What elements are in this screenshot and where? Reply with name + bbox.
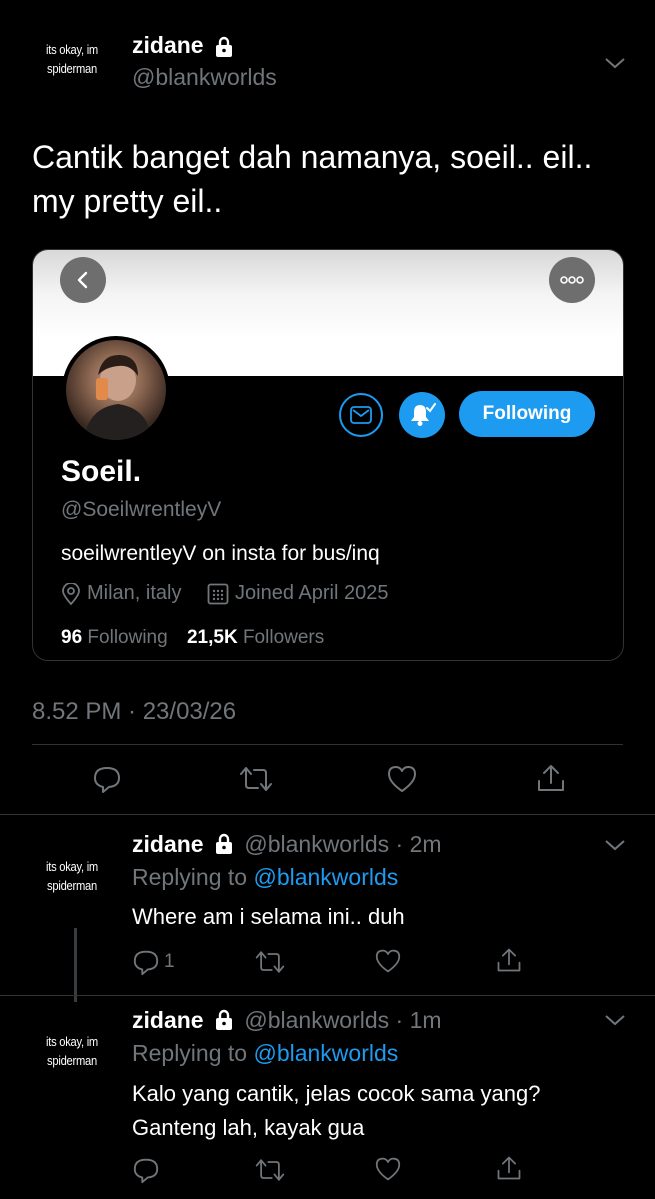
reply-text: Kalo yang cantik, jelas cocok sama yang?… [132,1077,540,1145]
retweet-icon [255,951,285,973]
profile-photo [84,354,152,440]
chevron-down-icon[interactable] [604,56,626,70]
reply-time[interactable]: · 2m [396,831,442,857]
heart-icon [375,1157,401,1181]
following-label: Following [87,627,168,648]
lock-icon [216,36,233,57]
author-handle[interactable]: @blankworlds [244,1007,389,1033]
followers-count-link[interactable]: 21,5K Followers [187,627,324,648]
like-button[interactable] [374,1156,402,1182]
location-pin-icon [62,582,80,605]
bell-check-icon [411,403,436,426]
retweet-icon [255,1159,285,1181]
share-button[interactable] [535,762,567,794]
author-handle[interactable]: @blankworlds [244,831,389,857]
tweet-author[interactable]: zidane [132,32,236,59]
reply-text-line: Kalo yang cantik, jelas cocok sama yang? [132,1081,541,1106]
reply-button[interactable]: 1 [132,948,175,976]
reply-text: Where am i selama ini.. duh [132,900,405,934]
reply-text-line: Where am i selama ini.. duh [132,904,405,929]
avatar[interactable]: its okay, im spiderman [38,40,107,78]
profile-counts: 96 Following 21,5K Followers [61,627,324,649]
divider [32,744,623,745]
following-count: 96 [61,627,83,648]
profile-handle: @SoeilwrentleyV [61,498,222,521]
author-name: zidane [132,32,204,58]
chevron-left-icon [77,271,88,289]
profile-location: Milan, italy [61,582,181,605]
retweet-button[interactable] [238,764,274,794]
share-button[interactable] [495,1154,523,1182]
replying-prefix: Replying to [132,1040,248,1066]
tweet-text-line: Cantik banget dah namanya, soeil.. eil.. [32,139,593,175]
reply-header: zidane @blankworlds · 2m [132,831,442,858]
tweet-text-line: my pretty eil.. [32,183,223,219]
replying-to-link[interactable]: @blankworlds [253,864,398,890]
more-icon [560,276,584,284]
share-icon [497,1156,521,1180]
avatar[interactable]: its okay, im spiderman [38,1032,107,1070]
reply-button[interactable] [92,764,122,794]
author-name[interactable]: zidane [132,831,204,857]
replying-to: Replying to @blankworlds [132,864,398,891]
profile-joined: Joined April 2025 [207,582,388,605]
reply-icon [94,767,120,793]
reply-time[interactable]: · 1m [396,1007,442,1033]
reply-button[interactable] [132,1156,160,1184]
avatar[interactable]: its okay, im spiderman [38,857,107,895]
share-icon [538,765,564,791]
divider [0,995,655,996]
more-button[interactable] [549,257,595,303]
chevron-down-icon[interactable] [604,1013,626,1027]
reply-header: zidane @blankworlds · 1m [132,1007,442,1034]
location-text: Milan, italy [87,582,182,604]
replying-to: Replying to @blankworlds [132,1040,398,1067]
profile-bio: soeilwrentleyV on insta for bus/inq [61,542,380,565]
retweet-button[interactable] [254,948,286,976]
reply-text-line: Ganteng lah, kayak gua [132,1115,365,1140]
lock-icon [215,1009,232,1030]
reply-icon [133,1158,159,1184]
heart-icon [388,766,416,792]
profile-card[interactable]: Following Soeil. @SoeilwrentleyV soeilwr… [32,249,624,661]
back-button[interactable] [60,257,106,303]
tweet-text: Cantik banget dah namanya, soeil.. eil..… [32,135,592,223]
divider [0,814,655,815]
calendar-icon [207,583,229,604]
following-button[interactable]: Following [459,391,595,437]
retweet-icon [240,767,272,791]
heart-icon [375,949,401,973]
mail-icon [350,406,372,424]
thread-line [74,928,77,1002]
retweet-button[interactable] [254,1156,286,1184]
joined-text: Joined April 2025 [235,582,389,604]
reply-count: 1 [164,951,175,972]
replying-to-link[interactable]: @blankworlds [253,1040,398,1066]
like-button[interactable] [386,764,418,794]
share-icon [497,948,521,972]
like-button[interactable] [374,948,402,974]
profile-name: Soeil. [61,455,142,488]
author-handle[interactable]: @blankworlds [132,64,277,91]
chevron-down-icon[interactable] [604,838,626,852]
following-count-link[interactable]: 96 Following [61,627,168,648]
message-button[interactable] [339,393,383,437]
tweet-timestamp[interactable]: 8.52 PM · 23/03/26 [32,698,236,726]
reply-icon [133,950,159,976]
followers-label: Followers [242,627,325,648]
lock-icon [215,833,232,854]
replying-prefix: Replying to [132,864,248,890]
share-button[interactable] [495,946,523,974]
profile-avatar[interactable] [62,336,170,444]
author-name[interactable]: zidane [132,1007,204,1033]
followers-count: 21,5K [186,627,238,648]
notifications-button[interactable] [399,392,445,438]
